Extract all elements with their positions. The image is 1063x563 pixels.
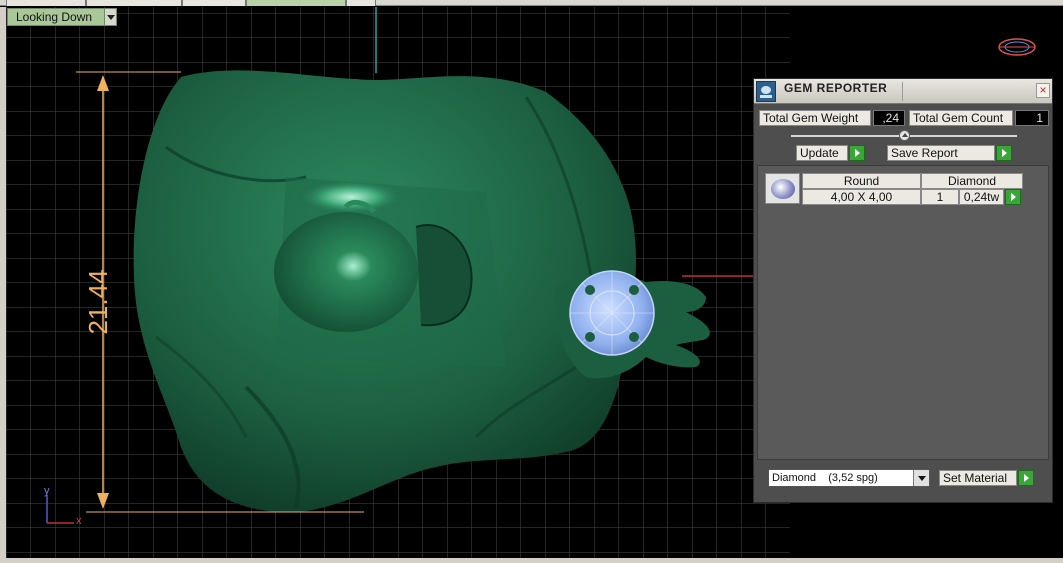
dimension-value: 21.44 bbox=[82, 269, 113, 335]
save-report-go-icon[interactable] bbox=[996, 145, 1012, 161]
head-shape bbox=[274, 212, 418, 332]
viewport-tab-active[interactable] bbox=[246, 0, 346, 6]
gem-row-go-icon[interactable] bbox=[1005, 189, 1021, 205]
material-select-value: Diamond (3,52 spg) bbox=[772, 472, 878, 484]
viewport-tab[interactable] bbox=[86, 0, 182, 6]
chevron-down-icon[interactable] bbox=[104, 9, 116, 25]
total-weight-label: Total Gem Weight bbox=[759, 110, 871, 126]
window-bottom-edge bbox=[0, 558, 1063, 563]
set-material-button[interactable]: Set Material bbox=[939, 470, 1017, 486]
total-count-value: 1 bbox=[1015, 110, 1049, 126]
gem-count-cell: 1 bbox=[921, 189, 959, 205]
set-material-go-icon[interactable] bbox=[1018, 470, 1034, 486]
title-separator bbox=[902, 82, 903, 101]
total-weight-value: ,24 bbox=[873, 110, 905, 126]
gem-list: Round Diamond 4,00 X 4,00 1 0,24tw bbox=[757, 165, 1049, 460]
update-go-icon[interactable] bbox=[849, 145, 865, 161]
save-report-button[interactable]: Save Report bbox=[887, 145, 995, 161]
gem-weight-cell: 0,24tw bbox=[959, 189, 1004, 205]
chevron-down-icon[interactable] bbox=[913, 470, 929, 486]
gem-size-cell: 4,00 X 4,00 bbox=[802, 189, 921, 205]
gem-reporter-icon bbox=[756, 81, 776, 102]
panel-title: GEM REPORTER bbox=[784, 81, 888, 95]
mini-gem-preview bbox=[998, 38, 1036, 56]
update-button[interactable]: Update bbox=[796, 145, 848, 161]
3d-viewport[interactable]: 21.44 y x Looking Down bbox=[6, 7, 790, 558]
gem-reporter-panel: GEM REPORTER × Total Gem Weight ,24 Tota… bbox=[753, 78, 1053, 503]
gem-material-cell: Diamond bbox=[921, 173, 1023, 189]
axis-y-label: y bbox=[44, 485, 50, 497]
view-selector-label: Looking Down bbox=[16, 10, 93, 24]
viewport-tab-strip bbox=[0, 0, 1063, 6]
round-diamond-icon bbox=[765, 173, 800, 204]
viewport-tab[interactable] bbox=[346, 0, 376, 6]
gem-shape-cell: Round bbox=[802, 173, 921, 189]
panel-slider-handle[interactable] bbox=[899, 130, 910, 141]
viewport-tab[interactable] bbox=[182, 0, 246, 6]
material-select[interactable]: Diamond (3,52 spg) bbox=[768, 469, 930, 487]
close-icon[interactable]: × bbox=[1036, 83, 1050, 98]
panel-titlebar[interactable]: GEM REPORTER × bbox=[754, 79, 1052, 104]
view-selector-dropdown[interactable]: Looking Down bbox=[7, 8, 117, 26]
viewport-tab[interactable] bbox=[6, 0, 86, 6]
axis-x-label: x bbox=[76, 515, 82, 527]
total-count-label: Total Gem Count bbox=[909, 110, 1013, 126]
